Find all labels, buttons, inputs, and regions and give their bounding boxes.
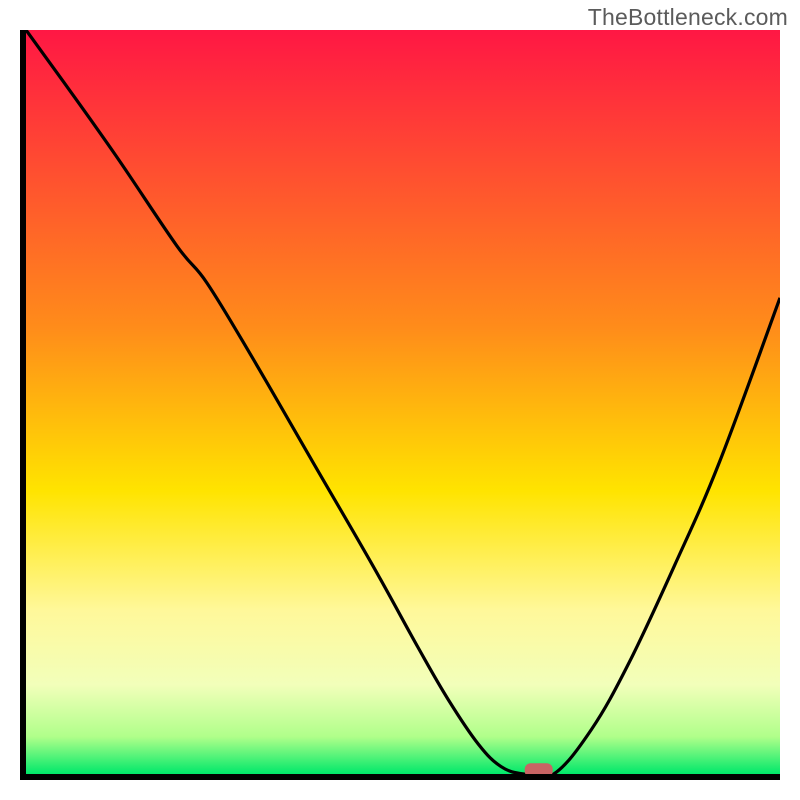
plot-area [26, 30, 780, 774]
chart-container: TheBottleneck.com [0, 0, 800, 800]
watermark-text: TheBottleneck.com [588, 4, 788, 31]
axes-frame [20, 30, 780, 780]
chart-svg [26, 30, 780, 774]
optimal-marker [525, 763, 553, 774]
gradient-background [26, 30, 780, 774]
